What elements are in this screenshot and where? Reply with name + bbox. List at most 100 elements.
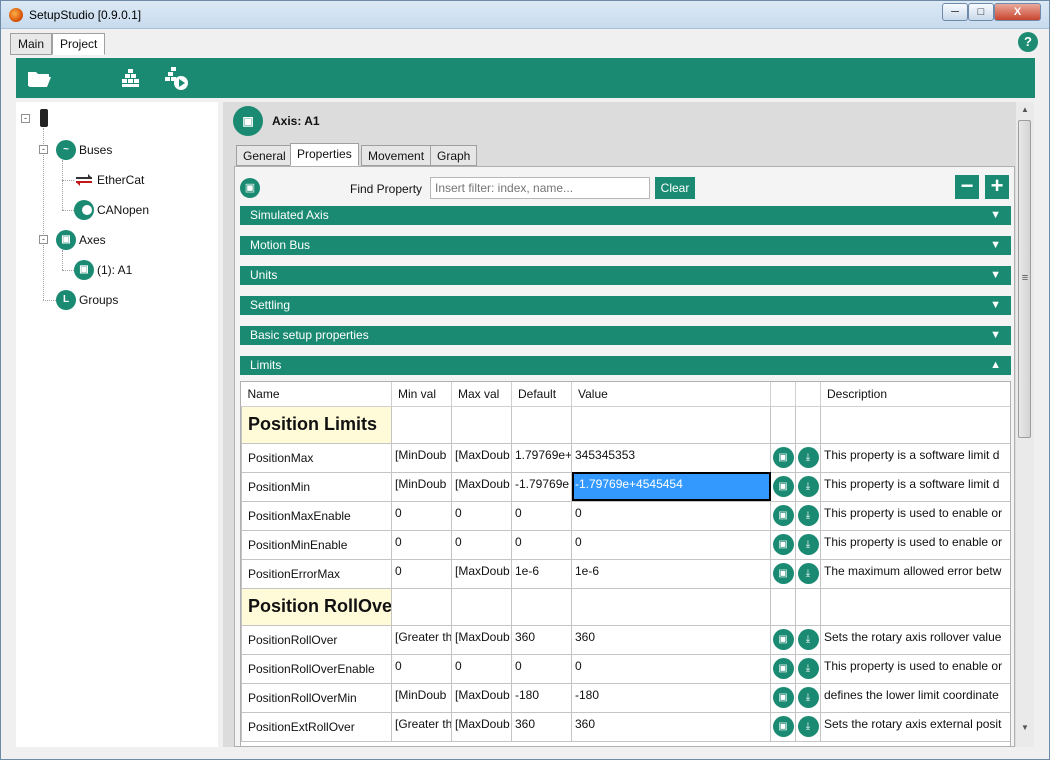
name-cell: PositionRollOverMin (241, 682, 392, 713)
empty-cell (571, 587, 771, 626)
group-row: Position Limits (241, 405, 1010, 444)
tab-main[interactable]: Main (10, 33, 53, 55)
tree-root-device[interactable] (40, 109, 48, 127)
section-limits[interactable]: Limits ▲ (240, 356, 1011, 375)
col-header-value[interactable]: Value (571, 382, 771, 407)
download-action-cell: ⤓ (795, 624, 821, 655)
tree-item-buses[interactable]: ~ Buses (56, 140, 112, 160)
lock-icon[interactable]: ▣ (772, 505, 794, 526)
tree-expander-root[interactable]: - (21, 114, 30, 123)
group-title: Position RollOver (241, 587, 392, 626)
value-cell[interactable]: 0 (571, 529, 771, 560)
clear-button[interactable]: Clear (655, 177, 695, 199)
canopen-icon (74, 200, 94, 220)
table-row[interactable]: PositionErrorMax 0 [MaxDoub 1e-6 1e-6 ▣ ⤓ The m… (241, 558, 1010, 589)
tab-project[interactable]: Project (52, 33, 106, 55)
download-icon[interactable]: ⤓ (797, 658, 819, 679)
download-icon[interactable]: ⤓ (797, 505, 819, 526)
lock-icon[interactable]: ▣ (772, 629, 794, 650)
description-cell: This property is a software limit d (820, 442, 1010, 473)
collapse-all-button[interactable]: − (955, 175, 979, 199)
col-header-max[interactable]: Max val (451, 382, 512, 407)
name-cell: PositionMax (241, 442, 392, 473)
section-motion-bus[interactable]: Motion Bus ▼ (240, 236, 1011, 255)
table-row[interactable]: PositionMax [MinDoub [MaxDoub 1.79769e+ 3453… (241, 442, 1010, 473)
section-simulated-axis[interactable]: Simulated Axis ▼ (240, 206, 1011, 225)
expand-all-button[interactable]: + (985, 175, 1009, 199)
empty-cell (571, 405, 771, 444)
app-logo-icon (9, 8, 23, 22)
lock-action-cell: ▣ (770, 682, 796, 713)
lock-icon[interactable]: ▣ (772, 687, 794, 708)
table-row[interactable]: PositionRollOverMin [MinDoub [MaxDoub -180-… (241, 682, 1010, 713)
close-button[interactable]: X (994, 3, 1041, 21)
tree-expander-axes[interactable]: - (39, 235, 48, 244)
col-header-min[interactable]: Min val (391, 382, 452, 407)
tree-expander-buses[interactable]: - (39, 145, 48, 154)
download-icon[interactable]: ⤓ (797, 687, 819, 708)
table-row[interactable]: PositionMaxEnable 0 0 0 0 ▣ ⤓ This property is … (241, 500, 1010, 531)
download-icon[interactable]: ⤓ (797, 534, 819, 555)
value-cell[interactable]: 360 (571, 624, 771, 655)
scroll-down-icon[interactable]: ▼ (1016, 720, 1034, 736)
open-folder-icon[interactable] (26, 65, 52, 91)
lock-icon[interactable]: ▣ (772, 534, 794, 555)
tab-general[interactable]: General (236, 145, 293, 166)
lock-icon[interactable]: ▣ (240, 178, 260, 198)
groups-icon: L (56, 290, 76, 310)
lock-icon[interactable]: ▣ (772, 716, 794, 737)
download-icon[interactable]: ⤓ (797, 476, 819, 497)
download-icon[interactable]: ⤓ (797, 716, 819, 737)
maximize-button[interactable]: □ (968, 3, 994, 21)
help-icon[interactable]: ? (1018, 32, 1038, 52)
col-header-name[interactable]: Name (241, 382, 392, 407)
section-units[interactable]: Units ▼ (240, 266, 1011, 285)
table-row[interactable]: PositionRollOver [Greater th [MaxDoub 360 36… (241, 624, 1010, 655)
build-icon[interactable] (118, 65, 144, 91)
col-header-blank (770, 382, 796, 407)
value-cell[interactable]: 360 (571, 711, 771, 742)
tab-properties[interactable]: Properties (290, 143, 359, 166)
section-label: Motion Bus (250, 238, 311, 252)
tree-item-ethercat[interactable]: EtherCat (74, 170, 144, 190)
col-header-default[interactable]: Default (511, 382, 572, 407)
empty-cell (770, 405, 796, 444)
table-row[interactable]: PositionRollOverEnable 0 0 0 0 ▣ ⤓ This propert… (241, 653, 1010, 684)
default-cell: -1.79769e (511, 471, 572, 502)
value-cell[interactable]: 0 (571, 500, 771, 531)
table-row[interactable]: PositionExtRollOver [Greater th [MaxDoub 36… (241, 711, 1010, 742)
lock-icon[interactable]: ▣ (772, 476, 794, 497)
table-row[interactable]: PositionMinEnable 0 0 0 0 ▣ ⤓ This property is … (241, 529, 1010, 560)
tree-item-axes[interactable]: ▣ Axes (56, 230, 106, 250)
download-action-cell: ⤓ (795, 558, 821, 589)
value-cell[interactable]: -1.79769e+4545454 (571, 471, 771, 502)
max-cell: [MaxDoub (451, 558, 512, 589)
download-icon[interactable]: ⤓ (797, 629, 819, 650)
vertical-scrollbar[interactable]: ▲ ≡ ▼ (1016, 102, 1034, 747)
section-settling[interactable]: Settling ▼ (240, 296, 1011, 315)
tab-graph[interactable]: Graph (430, 145, 478, 166)
lock-icon[interactable]: ▣ (772, 658, 794, 679)
value-cell[interactable]: 345345353 (571, 442, 771, 473)
minimize-button[interactable]: ─ (942, 3, 968, 21)
tab-movement[interactable]: Movement (361, 145, 432, 166)
col-header-description[interactable]: Description (820, 382, 1010, 407)
tree-item-canopen[interactable]: CANopen (74, 200, 149, 220)
value-cell[interactable]: 1e-6 (571, 558, 771, 589)
section-basic-setup[interactable]: Basic setup properties ▼ (240, 326, 1011, 345)
device-icon (40, 109, 48, 127)
scroll-up-icon[interactable]: ▲ (1016, 102, 1034, 118)
tree-item-groups[interactable]: L Groups (56, 290, 118, 310)
find-property-input[interactable] (430, 177, 650, 199)
lock-icon[interactable]: ▣ (772, 447, 794, 468)
tree-item-axis-a1[interactable]: ▣ (1): A1 (74, 260, 132, 280)
download-icon[interactable]: ⤓ (797, 563, 819, 584)
value-cell[interactable]: 0 (571, 653, 771, 684)
default-cell: 0 (511, 500, 572, 531)
build-run-icon[interactable] (163, 65, 189, 91)
lock-icon[interactable]: ▣ (772, 563, 794, 584)
value-cell[interactable]: -180 (571, 682, 771, 713)
table-row[interactable]: PositionMin [MinDoub [MaxDoub -1.79769e -1.7… (241, 471, 1010, 502)
download-action-cell: ⤓ (795, 682, 821, 713)
download-icon[interactable]: ⤓ (797, 447, 819, 468)
